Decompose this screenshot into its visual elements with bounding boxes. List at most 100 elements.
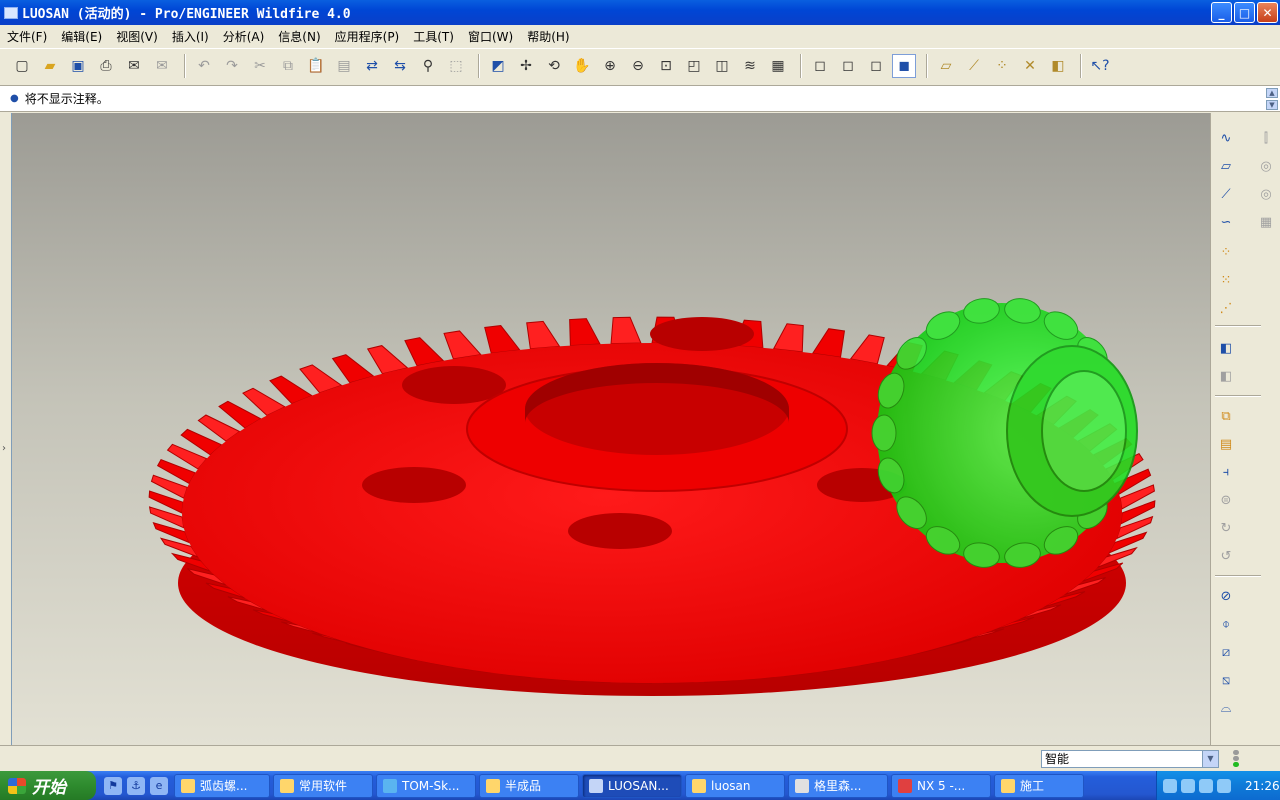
task-button[interactable]: 格里森... [788, 773, 888, 798]
draft-icon[interactable]: ⌓ [1215, 697, 1237, 719]
orient-mode-icon[interactable]: ⟲ [542, 54, 566, 78]
shell-icon[interactable]: ⧄ [1215, 641, 1237, 663]
pattern-icon[interactable]: ▦ [1255, 211, 1277, 233]
new-icon[interactable]: ▢ [10, 54, 34, 78]
message-scrollbar[interactable]: ▲ ▼ [1266, 88, 1278, 110]
point-offset-icon[interactable]: ⁙ [1215, 269, 1237, 291]
chevron-down-icon[interactable]: ▼ [1202, 751, 1218, 767]
annotation-feature-icon[interactable]: ◧ [1215, 337, 1237, 359]
quick-launch-app-icon[interactable]: ⚓ [127, 776, 145, 795]
email-link-icon[interactable]: ✉ [150, 54, 174, 78]
paste-special-icon[interactable]: ▤ [332, 54, 356, 78]
regenerate-icon[interactable]: ⇄ [360, 54, 384, 78]
sweep-icon[interactable]: ↻ [1215, 517, 1237, 539]
graphics-window[interactable] [12, 113, 1210, 745]
task-button[interactable]: 半成品 [479, 773, 579, 798]
zoom-in-icon[interactable]: ⊕ [598, 54, 622, 78]
shading-icon[interactable]: ◼ [892, 53, 916, 78]
hidden-line-icon[interactable]: ◻ [836, 54, 860, 78]
expand-navigator-icon[interactable]: › [2, 443, 8, 463]
datum-plane-icon[interactable]: ▱ [1215, 155, 1237, 177]
gear-model-view[interactable] [12, 113, 1210, 745]
cut-icon[interactable]: ✂ [248, 54, 272, 78]
task-button[interactable]: 弧齿螺... [174, 773, 270, 798]
hole-icon[interactable]: ⊘ [1215, 585, 1237, 607]
email-icon[interactable]: ✉ [122, 54, 146, 78]
no-hidden-icon[interactable]: ◻ [864, 54, 888, 78]
open-icon[interactable]: ▰ [38, 54, 62, 78]
extrude-icon[interactable]: ⫞ [1215, 461, 1237, 483]
reorient-icon[interactable]: ◰ [682, 54, 706, 78]
close-button[interactable]: ✕ [1257, 2, 1278, 23]
refit-icon[interactable]: ⊡ [654, 54, 678, 78]
mirror-icon[interactable]: ⫿ [1255, 127, 1277, 149]
qq-icon[interactable] [1181, 778, 1195, 793]
datum-curve-icon[interactable]: ∽ [1215, 211, 1237, 233]
task-button[interactable]: luosan [685, 773, 785, 798]
blend-icon[interactable]: ↺ [1215, 545, 1237, 567]
copy-icon[interactable]: ⧉ [276, 54, 300, 78]
sketch-tool-icon[interactable]: ∿ [1215, 127, 1237, 149]
menu-tools[interactable]: 工具(T) [406, 28, 461, 45]
task-button[interactable]: 施工 [994, 773, 1084, 798]
datum-planes-icon[interactable]: ▱ [934, 54, 958, 78]
redo-icon[interactable]: ↷ [220, 54, 244, 78]
scroll-down-icon[interactable]: ▼ [1266, 100, 1278, 110]
menu-analysis[interactable]: 分析(A) [216, 28, 272, 45]
volume-icon[interactable] [1217, 778, 1231, 793]
find-icon[interactable]: ⚲ [416, 54, 440, 78]
menu-info[interactable]: 信息(N) [271, 28, 327, 45]
start-button[interactable]: 开始 [0, 771, 96, 800]
regen-manager-icon[interactable]: ⇆ [388, 54, 412, 78]
navigator-collapse-bar[interactable]: › [0, 113, 12, 745]
copy-paste-icon[interactable]: ⧉ [1215, 405, 1237, 427]
datum-points-icon[interactable]: ⁘ [990, 54, 1014, 78]
merge-icon[interactable]: ◎ [1255, 155, 1277, 177]
undo-icon[interactable]: ↶ [192, 54, 216, 78]
repaint-icon[interactable]: ◩ [486, 54, 510, 78]
network-icon[interactable] [1199, 778, 1213, 793]
round-icon[interactable]: ⌽ [1215, 613, 1237, 635]
minimize-button[interactable]: _ [1211, 2, 1232, 23]
menu-window[interactable]: 窗口(W) [461, 28, 520, 45]
maximize-button[interactable]: □ [1234, 2, 1255, 23]
paste-icon[interactable]: 📋 [304, 54, 328, 78]
rib-icon[interactable]: ⧅ [1215, 669, 1237, 691]
task-button[interactable]: NX 5 -... [891, 773, 991, 798]
datum-axis-icon[interactable]: ⟋ [1215, 183, 1237, 205]
task-button[interactable]: TOM-Sk... [376, 773, 476, 798]
zoom-out-icon[interactable]: ⊖ [626, 54, 650, 78]
datum-axes-icon[interactable]: ⟋ [962, 54, 986, 78]
quick-launch-app-icon[interactable]: ⚑ [104, 776, 122, 795]
paste-special-icon[interactable]: ▤ [1215, 433, 1237, 455]
browser-icon[interactable]: e [150, 776, 168, 795]
menu-insert[interactable]: 插入(I) [165, 28, 216, 45]
save-icon[interactable]: ▣ [66, 54, 90, 78]
menu-file[interactable]: 文件(F) [0, 28, 54, 45]
coord-systems-icon[interactable]: ✕ [1018, 54, 1042, 78]
trim-icon[interactable]: ◎ [1255, 183, 1277, 205]
task-button-active[interactable]: LUOSAN... [582, 773, 682, 798]
revolve-icon[interactable]: ⊜ [1215, 489, 1237, 511]
pan-icon[interactable]: ✋ [570, 54, 594, 78]
annotations-icon[interactable]: ◧ [1046, 54, 1070, 78]
tray-expand-icon[interactable] [1163, 778, 1177, 793]
view-manager-icon[interactable]: ▦ [766, 54, 790, 78]
spin-center-icon[interactable]: ✢ [514, 54, 538, 78]
saved-views-icon[interactable]: ◫ [710, 54, 734, 78]
point-field-icon[interactable]: ⋰ [1215, 297, 1237, 319]
print-icon[interactable]: ⎙ [94, 54, 118, 78]
menu-view[interactable]: 视图(V) [109, 28, 165, 45]
wireframe-icon[interactable]: ◻ [808, 54, 832, 78]
scroll-up-icon[interactable]: ▲ [1266, 88, 1278, 98]
annotation-feature-2-icon[interactable]: ◧ [1215, 365, 1237, 387]
select-box-icon[interactable]: ⬚ [444, 54, 468, 78]
datum-point-icon[interactable]: ⁘ [1215, 241, 1237, 263]
task-button[interactable]: 常用软件 [273, 773, 373, 798]
menu-edit[interactable]: 编辑(E) [54, 28, 109, 45]
layers-icon[interactable]: ≋ [738, 54, 762, 78]
context-help-icon[interactable]: ↖? [1088, 54, 1112, 78]
clock[interactable]: 21:26 [1245, 779, 1280, 793]
menu-applications[interactable]: 应用程序(P) [328, 28, 407, 45]
menu-help[interactable]: 帮助(H) [520, 28, 576, 45]
